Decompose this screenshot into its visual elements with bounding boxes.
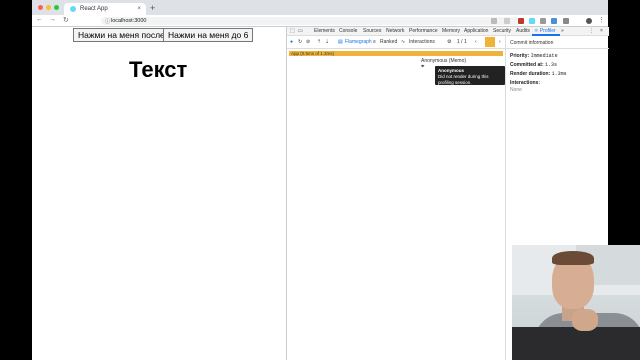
- tab-application[interactable]: Application: [464, 28, 488, 34]
- bookmark-star-icon[interactable]: [504, 18, 510, 24]
- minimize-window-icon[interactable]: [46, 5, 51, 10]
- interactions-value: None: [510, 87, 522, 93]
- devtools-tab-bar: ⬚ ▭ Elements Console Sources Network Per…: [287, 27, 609, 36]
- load-profile-icon[interactable]: ⇡: [317, 39, 321, 45]
- browser-tab[interactable]: React App ×: [64, 3, 146, 15]
- menu-icon[interactable]: ⋮: [598, 16, 605, 24]
- webcam-laptop: [512, 327, 640, 360]
- ranked-icon[interactable]: ≡: [373, 39, 376, 45]
- browser-tab-strip: React App × +: [32, 0, 608, 15]
- tab-title: React App: [80, 6, 108, 12]
- url-text: localhost:3000: [111, 18, 147, 24]
- extension-icon[interactable]: [518, 18, 524, 24]
- interactions-row: Interactions:: [510, 80, 540, 86]
- priority-row: Priority: Immediate: [510, 53, 558, 59]
- tooltip-title: Anonymous: [438, 68, 465, 73]
- webcam-hand: [572, 309, 598, 331]
- devtools-menu-icon[interactable]: ⋮: [589, 28, 594, 34]
- interactions-label: Interactions:: [510, 80, 541, 86]
- webcam-overlay: [512, 245, 640, 360]
- tab-console[interactable]: Console: [339, 28, 357, 34]
- reload-icon[interactable]: ↻: [63, 16, 69, 24]
- extension-icon[interactable]: [540, 18, 546, 24]
- tab-sources[interactable]: Sources: [363, 28, 381, 34]
- back-icon[interactable]: ←: [36, 16, 43, 23]
- flamegraph-tooltip: Anonymous Did not render during this pro…: [435, 66, 505, 85]
- page-viewport: Нажми на меня после Нажми на меня до 6 Т…: [32, 27, 286, 360]
- forward-icon[interactable]: →: [49, 16, 56, 23]
- extension-icon[interactable]: [563, 18, 569, 24]
- priority-label: Priority:: [510, 53, 530, 59]
- duration-value: 1.3ms: [551, 71, 567, 77]
- click-after-button[interactable]: Нажми на меня после: [73, 28, 170, 42]
- maximize-window-icon[interactable]: [54, 5, 59, 10]
- commit-counter: 1 / 1: [457, 39, 467, 45]
- tab-audits[interactable]: Audits: [516, 28, 530, 34]
- inspect-icon[interactable]: ⬚: [290, 28, 295, 34]
- address-bar: ← → ↻ ⓘ localhost:3000 ⋮: [32, 15, 608, 27]
- new-tab-button[interactable]: +: [150, 3, 155, 13]
- tab-security[interactable]: Security: [493, 28, 511, 34]
- flamegraph-app-bar[interactable]: App (0.5ms of 1.3ms): [289, 51, 503, 56]
- info-icon[interactable]: ⓘ: [105, 18, 110, 25]
- profiler-toolbar: ● ↻ ⊘ ⇡ ⇣ ▤ Flamegraph ≡ Ranked ∿ Intera…: [287, 36, 505, 49]
- devtools-close-icon[interactable]: ×: [600, 28, 603, 34]
- tab-performance[interactable]: Performance: [409, 28, 438, 34]
- reload-profile-icon[interactable]: ↻: [298, 39, 302, 45]
- committed-label: Committed at:: [510, 62, 544, 68]
- prev-commit-icon[interactable]: ‹: [475, 39, 477, 45]
- tab-close-icon[interactable]: ×: [137, 6, 141, 12]
- committed-value: 1.3s: [545, 62, 558, 68]
- duration-row: Render duration: 1.3ms: [510, 71, 567, 77]
- close-window-icon[interactable]: [38, 5, 43, 10]
- commit-bar-selected[interactable]: [485, 37, 495, 47]
- flamegraph-anonymous-node[interactable]: Anonymous (Memo): [421, 58, 466, 64]
- commit-info-title: Commit information: [510, 40, 554, 46]
- priority-value: Immediate: [530, 53, 558, 59]
- tab-memory[interactable]: Memory: [442, 28, 460, 34]
- click-before-button[interactable]: Нажми на меня до 6: [163, 28, 254, 42]
- webcam-hair: [552, 251, 594, 265]
- device-toggle-icon[interactable]: ▭: [298, 28, 303, 34]
- next-commit-icon[interactable]: ›: [499, 39, 501, 45]
- profile-avatar[interactable]: [586, 18, 592, 24]
- committed-row: Committed at: 1.3s: [510, 62, 557, 68]
- more-tabs-icon[interactable]: »: [561, 28, 564, 34]
- react-devtools-icon[interactable]: [529, 18, 535, 24]
- tab-elements[interactable]: Elements: [314, 28, 335, 34]
- page-heading: Текст: [129, 57, 188, 82]
- settings-gear-icon[interactable]: ⚙: [447, 39, 451, 45]
- flamegraph-icon[interactable]: ▤: [338, 39, 343, 45]
- extension-icon[interactable]: [551, 18, 557, 24]
- flamegraph-tab[interactable]: Flamegraph: [345, 39, 372, 45]
- url-field[interactable]: ⓘ localhost:3000: [101, 17, 519, 25]
- mouse-cursor-icon: ⌖: [421, 64, 425, 70]
- tab-network[interactable]: Network: [386, 28, 404, 34]
- record-icon[interactable]: ●: [290, 39, 293, 45]
- ranked-tab[interactable]: Ranked: [380, 39, 397, 45]
- tooltip-body: Did not render during this profiling ses…: [438, 74, 489, 85]
- save-profile-icon[interactable]: ⇣: [325, 39, 329, 45]
- react-favicon-icon: [70, 6, 76, 12]
- clear-icon[interactable]: ⊘: [306, 39, 310, 45]
- interactions-tab[interactable]: Interactions: [409, 39, 435, 45]
- interactions-icon[interactable]: ∿: [401, 39, 405, 45]
- duration-label: Render duration:: [510, 71, 551, 77]
- commit-info-header: Commit information: [506, 36, 609, 49]
- zoom-icon[interactable]: [491, 18, 497, 24]
